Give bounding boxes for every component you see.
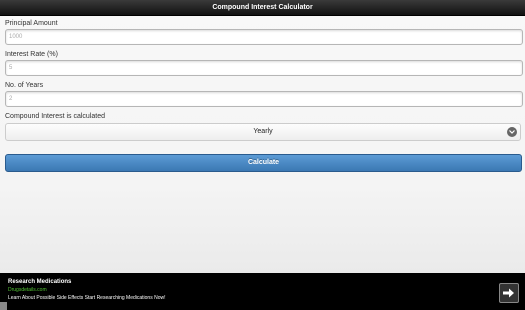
page-title: Compound Interest Calculator: [212, 4, 313, 11]
ad-arrow-button[interactable]: [499, 283, 519, 303]
chevron-down-icon: [507, 127, 517, 137]
frequency-label: Compound Interest is calculated: [5, 113, 105, 120]
interest-rate-input[interactable]: 5: [5, 60, 523, 76]
years-label: No. of Years: [5, 82, 44, 89]
interest-rate-label: Interest Rate (%): [5, 51, 58, 58]
calculator-form: Principal Amount 1000 Interest Rate (%) …: [5, 19, 523, 172]
ad-info-icon[interactable]: [0, 302, 7, 310]
frequency-select[interactable]: Yearly: [5, 123, 521, 141]
calculate-button[interactable]: Calculate: [5, 154, 522, 172]
ad-description: Learn About Possible Side Effects Start …: [8, 295, 166, 301]
principal-label: Principal Amount: [5, 20, 58, 27]
ad-banner[interactable]: Research Medications Drugsdetails.com Le…: [0, 273, 525, 310]
ad-url[interactable]: Drugsdetails.com: [8, 287, 47, 293]
app-header: Compound Interest Calculator: [0, 0, 525, 16]
frequency-selected-value: Yearly: [253, 128, 273, 135]
years-input[interactable]: 2: [5, 91, 523, 107]
ad-title[interactable]: Research Medications: [8, 279, 71, 285]
arrow-right-icon: [503, 288, 514, 298]
principal-input[interactable]: 1000: [5, 29, 523, 45]
